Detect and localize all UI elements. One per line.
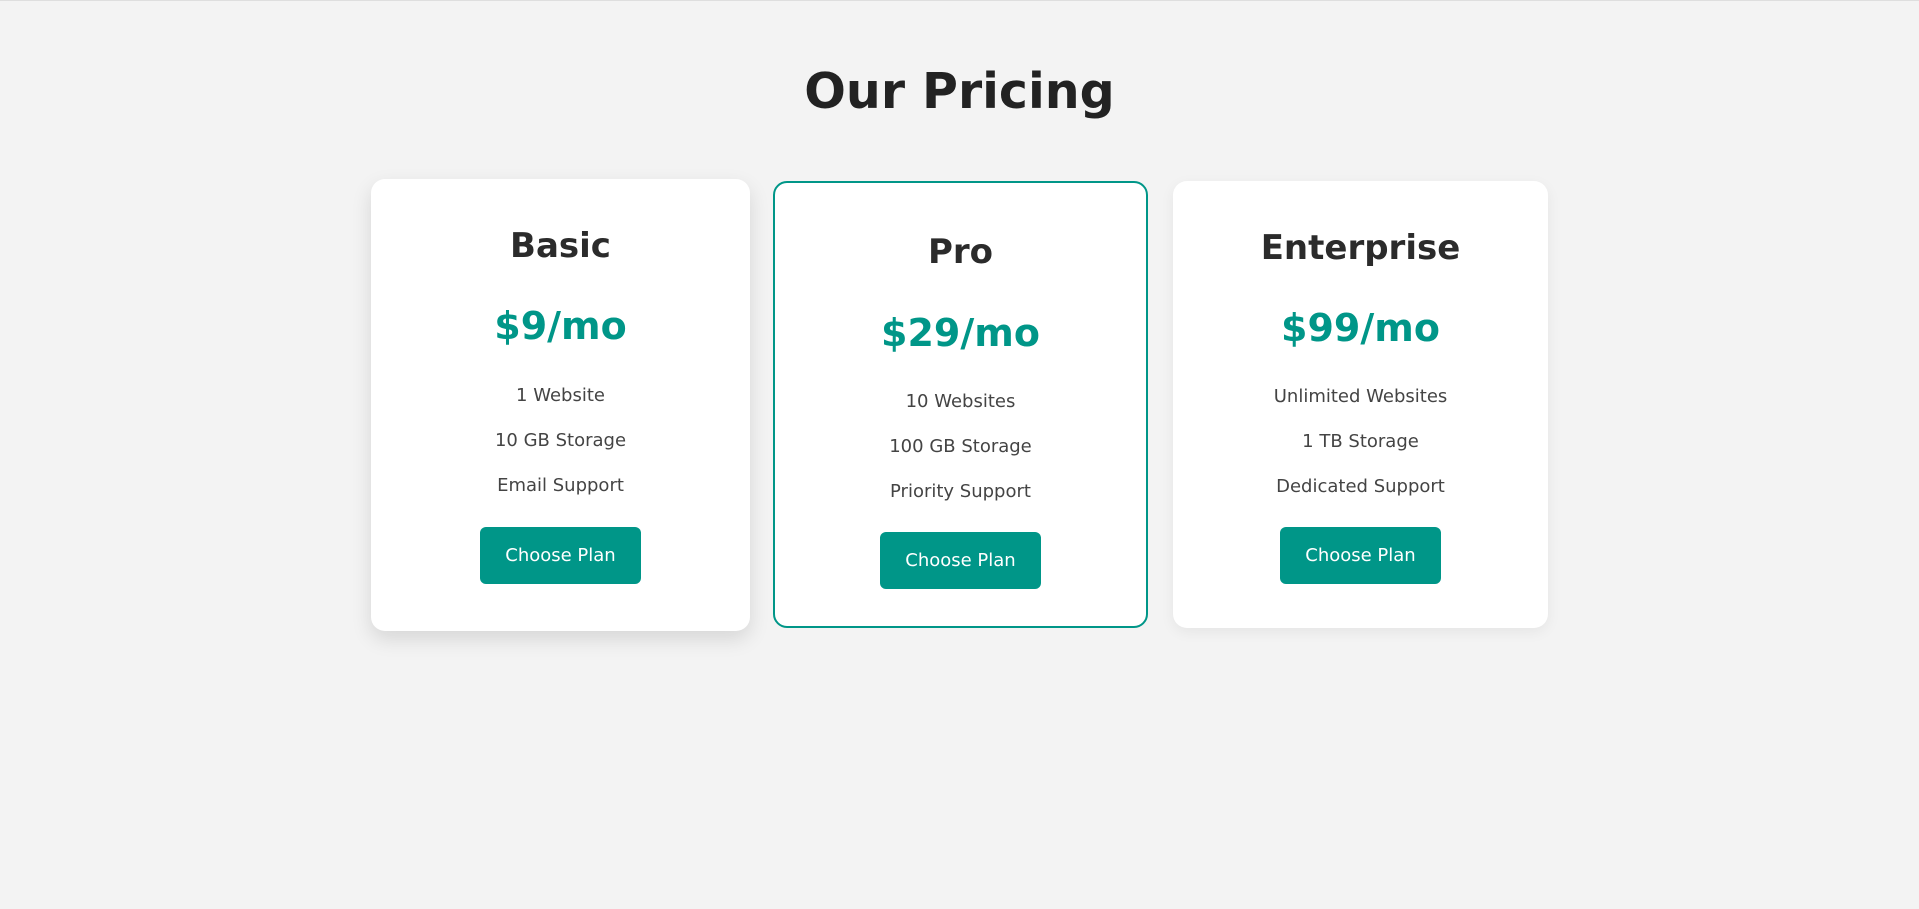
feature-list: Unlimited Websites 1 TB Storage Dedicate… [1173,385,1548,520]
plan-name: Enterprise [1260,228,1461,268]
choose-plan-enterprise-button[interactable]: Choose Plan [1280,527,1441,584]
feature-list: 1 Website 10 GB Storage Email Support [371,384,750,519]
plan-price: $29/mo [881,311,1040,355]
feature-item: Unlimited Websites [1273,386,1448,407]
feature-item: Email Support [497,475,624,496]
plan-price: $9/mo [494,304,627,348]
plan-price: $99/mo [1281,306,1440,350]
top-divider [0,0,1919,1]
pricing-card-pro: Pro $29/mo 10 Websites 100 GB Storage Pr… [773,181,1148,628]
pricing-card-basic: Basic $9/mo 1 Website 10 GB Storage Emai… [371,179,750,631]
feature-item: 1 Website [516,385,605,406]
feature-item: 1 TB Storage [1302,431,1419,452]
feature-item: 100 GB Storage [889,436,1032,457]
feature-item: 10 GB Storage [494,430,627,451]
pricing-card-enterprise: Enterprise $99/mo Unlimited Websites 1 T… [1173,181,1548,628]
page-title: Our Pricing [804,63,1115,120]
feature-item: Priority Support [890,481,1031,502]
feature-item: 10 Websites [905,391,1016,412]
plan-name: Pro [927,232,994,272]
choose-plan-basic-button[interactable]: Choose Plan [480,527,641,584]
feature-item: Dedicated Support [1276,476,1445,497]
feature-list: 10 Websites 100 GB Storage Priority Supp… [775,390,1146,525]
choose-plan-pro-button[interactable]: Choose Plan [880,532,1041,589]
plan-name: Basic [510,226,611,266]
